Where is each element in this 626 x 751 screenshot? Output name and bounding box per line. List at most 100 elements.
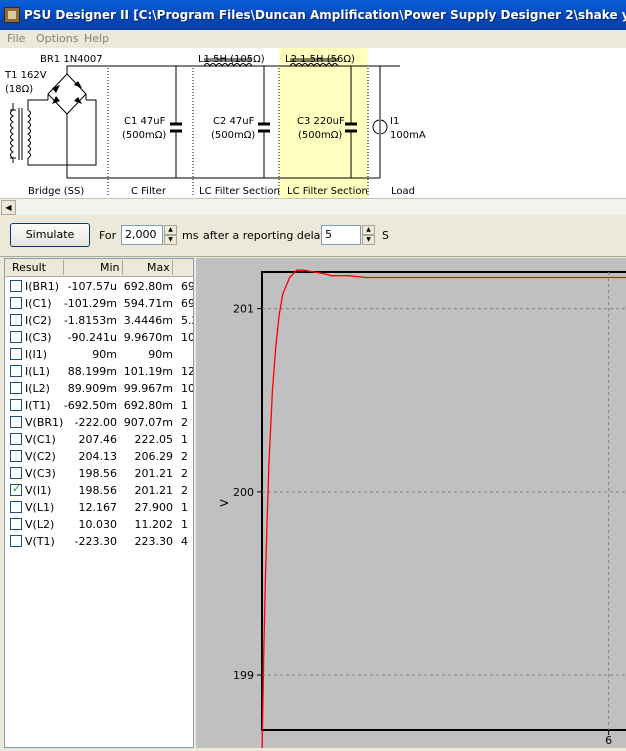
header-divider[interactable] (122, 260, 123, 275)
result-checkbox[interactable] (10, 482, 22, 496)
c1-label[interactable]: C1 47uF (124, 116, 165, 127)
result-min: -1.8153m (63, 314, 117, 327)
result-min: -90.241u (67, 331, 117, 344)
results-list[interactable]: Result Min Max I(BR1)-107.57u692.80m692I… (4, 258, 194, 748)
result-row[interactable]: V(C3) 198.56 201.21 2 (5, 465, 193, 482)
result-extra: 692 (181, 280, 193, 293)
simulate-button[interactable]: Simulate (10, 223, 90, 247)
result-min: 204.13 (78, 450, 118, 463)
result-extra: 1 (181, 501, 188, 514)
result-checkbox[interactable] (10, 450, 22, 462)
header-divider[interactable] (172, 260, 173, 275)
result-name: I(C3) (25, 331, 52, 344)
result-name: I(L1) (25, 365, 50, 378)
result-row[interactable]: I(L2) 89.909m 99.967m 10. (5, 380, 193, 397)
result-checkbox[interactable] (10, 365, 22, 377)
duration-spinner[interactable]: ▲ ▼ (164, 225, 177, 245)
result-checkbox[interactable] (10, 280, 22, 292)
c2-label[interactable]: C2 47uF (213, 116, 254, 127)
result-checkbox[interactable] (10, 416, 22, 428)
result-max: 692.80m (123, 280, 173, 293)
delay-input[interactable]: 5 (321, 225, 361, 245)
bridge-ac-leads (47, 94, 87, 100)
result-row[interactable]: V(BR1) -222.00 907.07m 2 (5, 414, 193, 431)
c3-label[interactable]: C3 220uF (297, 116, 345, 127)
plot-area (261, 271, 626, 731)
result-min: 198.56 (78, 467, 118, 480)
result-row[interactable]: I(L1) 88.199m 101.19m 12. (5, 363, 193, 380)
circuit-schematic: T1 162V (18Ω) BR1 1N4007 L1 5H (105Ω) L2… (0, 48, 626, 198)
result-min: -223.30 (74, 535, 117, 548)
result-row[interactable]: V(T1) -223.30 223.30 4 (5, 533, 193, 550)
result-checkbox[interactable] (10, 382, 22, 394)
result-row[interactable]: V(L2) 10.030 11.202 1 (5, 516, 193, 533)
result-checkbox[interactable] (10, 535, 22, 547)
menu-bar: File Options Help (0, 30, 626, 48)
result-row[interactable]: I(C3) -90.241u 9.9670m 10. (5, 329, 193, 346)
result-checkbox[interactable] (10, 467, 22, 479)
l2-label[interactable]: L2 1.5H (56Ω) (285, 54, 355, 65)
header-result[interactable]: Result (12, 261, 46, 274)
x-tick-label: 6 (605, 734, 612, 747)
spin-up-icon[interactable]: ▲ (164, 225, 177, 235)
c2-esr[interactable]: (500mΩ) (211, 130, 255, 141)
menu-options[interactable]: Options (36, 32, 78, 45)
result-extra: 2 (181, 416, 188, 429)
delay-spinner[interactable]: ▲ ▼ (362, 225, 375, 245)
header-min[interactable]: Min (100, 261, 120, 274)
spin-down-icon[interactable]: ▼ (164, 235, 177, 245)
bridge-label[interactable]: BR1 1N4007 (40, 54, 103, 65)
result-name: V(BR1) (25, 416, 64, 429)
c1-esr[interactable]: (500mΩ) (122, 130, 166, 141)
menu-file[interactable]: File (7, 32, 25, 45)
y-tick-label: 200 (233, 486, 254, 499)
schematic-scrollbar[interactable]: ◀ (0, 198, 626, 215)
result-extra: 1 (181, 399, 188, 412)
result-checkbox[interactable] (10, 501, 22, 513)
result-max: 9.9670m (123, 331, 173, 344)
result-row[interactable]: V(C1) 207.46 222.05 1 (5, 431, 193, 448)
result-checkbox[interactable] (10, 348, 22, 360)
result-min: 207.46 (78, 433, 118, 446)
result-checkbox[interactable] (10, 518, 22, 530)
menu-help[interactable]: Help (84, 32, 109, 45)
result-checkbox[interactable] (10, 331, 22, 343)
result-checkbox[interactable] (10, 314, 22, 326)
result-checkbox[interactable] (10, 433, 22, 445)
transformer-resistance[interactable]: (18Ω) (5, 84, 33, 95)
load-value[interactable]: 100mA (390, 130, 426, 141)
load-label[interactable]: I1 (390, 116, 399, 127)
transformer-label[interactable]: T1 162V (5, 70, 47, 81)
result-checkbox[interactable] (10, 297, 22, 309)
c3-esr[interactable]: (500mΩ) (298, 130, 342, 141)
spin-down-icon[interactable]: ▼ (362, 235, 375, 245)
app-icon[interactable] (4, 7, 20, 23)
result-max: 101.19m (123, 365, 173, 378)
header-divider[interactable] (63, 260, 64, 275)
result-row[interactable]: I(T1) -692.50m 692.80m 1 (5, 397, 193, 414)
result-extra: 4 (181, 535, 188, 548)
result-name: I(T1) (25, 399, 51, 412)
result-row[interactable]: V(I1) 198.56 201.21 2 (5, 482, 193, 499)
for-label: For (99, 229, 117, 242)
l1-label[interactable]: L1 5H (105Ω) (198, 54, 265, 65)
result-name: I(C2) (25, 314, 52, 327)
result-row[interactable]: I(I1) 90m 90m (5, 346, 193, 363)
result-name: V(C3) (25, 467, 56, 480)
y-axis-label: V (218, 499, 231, 507)
result-row[interactable]: I(BR1) -107.57u 692.80m 692 (5, 278, 193, 295)
result-row[interactable]: V(C2) 204.13 206.29 2 (5, 448, 193, 465)
spin-up-icon[interactable]: ▲ (362, 225, 375, 235)
result-row[interactable]: I(C2) -1.8153m 3.4446m 5.2 (5, 312, 193, 329)
section-label-load: Load (391, 186, 415, 197)
result-row[interactable]: I(C1) -101.29m 594.71m 69( (5, 295, 193, 312)
voltage-graph[interactable]: 201 200 199 6 V (196, 258, 626, 751)
scroll-left-icon[interactable]: ◀ (1, 200, 16, 215)
title-bar: PSU Designer II [C:\Program Files\Duncan… (0, 0, 626, 30)
result-min: 10.030 (78, 518, 118, 531)
result-checkbox[interactable] (10, 399, 22, 411)
duration-input[interactable]: 2,000 (121, 225, 163, 245)
result-row[interactable]: V(L1) 12.167 27.900 1 (5, 499, 193, 516)
header-max[interactable]: Max (147, 261, 170, 274)
result-extra: 12. (181, 365, 193, 378)
